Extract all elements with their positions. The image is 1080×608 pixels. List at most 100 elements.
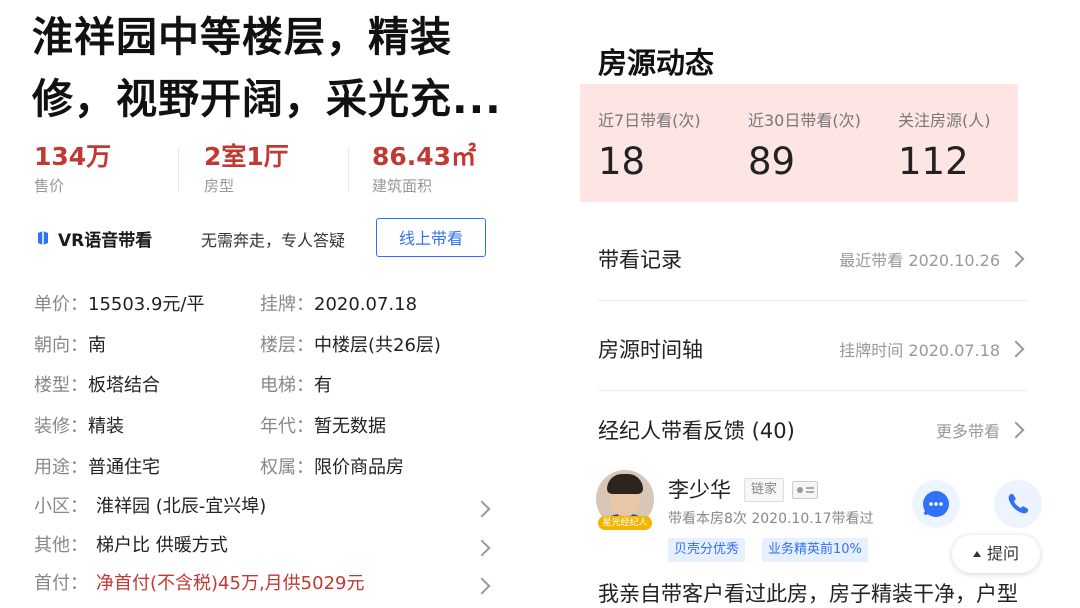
price-stat: 134万 售价	[34, 140, 111, 196]
down-payment-link[interactable]: 首付： 净首付(不含税)45万,月供5029元	[34, 571, 491, 597]
brand-tag: 链家	[744, 478, 785, 502]
detail-listed-date: 挂牌：2020.07.18	[260, 292, 417, 318]
detail-key: 装修：	[34, 416, 88, 437]
stat-divider	[348, 148, 349, 192]
detail-value: 普通住宅	[88, 457, 160, 478]
detail-value: 精装	[88, 416, 124, 437]
detail-value: 淮祥园 (北辰-宜兴埠)	[96, 496, 267, 517]
agent-meta: 带看本房8次 2020.10.17带看过	[668, 511, 874, 527]
listing-title: 淮祥园中等楼层，精装修，视野开阔，采光充...	[32, 13, 502, 123]
listing-timeline-row[interactable]: 房源时间轴 挂牌时间 2020.07.18	[598, 328, 1028, 368]
vr-subtitle: 无需奔走，专人答疑	[201, 231, 346, 250]
chevron-right-icon	[473, 500, 491, 518]
detail-value: 板塔结合	[88, 375, 160, 396]
detail-key: 朝向：	[34, 335, 88, 356]
detail-value: 梯户比 供暖方式	[96, 535, 228, 556]
stat-30day-views: 近30日带看(次) 89	[748, 110, 861, 184]
row-title: 房源时间轴	[598, 338, 703, 362]
row-title: 经纪人带看反馈 (40)	[598, 419, 795, 443]
detail-key: 挂牌：	[260, 294, 314, 315]
detail-value: 净首付(不含税)45万,月供5029元	[96, 573, 365, 594]
stat-7day-views: 近7日带看(次) 18	[598, 110, 701, 184]
chevron-right-icon	[473, 577, 491, 595]
detail-ownership: 权属：限价商品房	[260, 455, 404, 481]
detail-key: 楼层：	[260, 335, 314, 356]
area-value: 86.43㎡	[372, 142, 477, 171]
detail-key: 年代：	[260, 416, 314, 437]
price-label: 售价	[34, 177, 65, 195]
call-button[interactable]	[994, 480, 1042, 528]
detail-value: 15503.9元/平	[88, 294, 205, 315]
detail-decoration: 装修：精装	[34, 414, 124, 440]
price-value: 134万	[34, 142, 112, 171]
detail-unit-price: 单价：15503.9元/平	[34, 292, 205, 318]
ask-button[interactable]: 提问	[952, 535, 1040, 573]
row-meta: 挂牌时间 2020.07.18	[839, 341, 1000, 360]
detail-value: 中楼层(共26层)	[314, 335, 441, 356]
dynamics-panel: 房源动态 近7日带看(次) 18 近30日带看(次) 89 关注房源(人) 11…	[580, 0, 1080, 606]
viewing-records-row[interactable]: 带看记录 最近带看 2020.10.26	[598, 238, 1028, 278]
detail-value: 限价商品房	[314, 457, 404, 478]
row-meta: 最近带看 2020.10.26	[839, 251, 1000, 270]
phone-icon	[1008, 494, 1028, 514]
detail-key: 小区：	[34, 496, 88, 517]
divider	[598, 300, 1028, 301]
chat-button[interactable]	[912, 480, 960, 528]
listing-panel: 淮祥园中等楼层，精装修，视野开阔，采光充... 134万 售价 2室1厅 房型 …	[0, 0, 520, 597]
detail-key: 单价：	[34, 294, 88, 315]
detail-key: 其他：	[34, 535, 88, 556]
stat-value: 18	[598, 140, 646, 183]
agent-name: 李少华	[668, 478, 731, 502]
stat-label: 近7日带看(次)	[598, 111, 701, 130]
dynamics-heading: 房源动态	[598, 46, 715, 80]
detail-key: 用途：	[34, 457, 88, 478]
chevron-right-icon	[1007, 421, 1025, 439]
chevron-right-icon	[1007, 250, 1025, 268]
detail-building-type: 楼型：板塔结合	[34, 373, 160, 399]
more-viewings-link[interactable]: 更多带看	[936, 418, 1000, 442]
detail-value: 有	[314, 375, 332, 396]
stat-label: 近30日带看(次)	[748, 111, 861, 130]
online-tour-button[interactable]: 线上带看	[376, 218, 486, 257]
area-label: 建筑面积	[372, 177, 433, 195]
vr-title: VR语音带看	[58, 231, 153, 251]
dynamics-stats-box: 近7日带看(次) 18 近30日带看(次) 89 关注房源(人) 112	[580, 84, 1018, 202]
detail-value: 2020.07.18	[314, 294, 418, 315]
chevron-right-icon	[473, 539, 491, 557]
row-title: 带看记录	[598, 248, 682, 272]
detail-key: 首付：	[34, 573, 88, 594]
layout-value: 2室1厅	[204, 142, 289, 171]
star-agent-badge: 星光经纪人	[598, 516, 652, 530]
panel-gutter	[520, 0, 580, 597]
detail-floor: 楼层：中楼层(共26层)	[260, 333, 441, 359]
chat-icon	[923, 491, 949, 517]
ask-label: 提问	[986, 544, 1019, 563]
layout-stat: 2室1厅 房型	[204, 140, 289, 196]
other-info-link[interactable]: 其他： 梯户比 供暖方式	[34, 533, 491, 561]
vr-icon	[38, 231, 48, 245]
detail-year: 年代：暂无数据	[260, 414, 386, 440]
caret-up-icon	[972, 551, 981, 557]
chevron-right-icon	[1007, 340, 1025, 358]
stat-value: 89	[748, 140, 796, 183]
area-stat: 86.43㎡ 建筑面积	[372, 140, 476, 196]
detail-orientation: 朝向：南	[34, 333, 106, 359]
agent-chip: 贝壳分优秀	[668, 538, 746, 562]
stat-followers: 关注房源(人) 112	[898, 110, 991, 184]
detail-value: 南	[88, 335, 106, 356]
stat-label: 关注房源(人)	[898, 111, 991, 130]
agent-comment-preview: 我亲自带客户看过此房，房子精装干净，户型	[598, 582, 1018, 606]
detail-value: 暂无数据	[314, 416, 386, 437]
detail-key: 电梯：	[260, 375, 314, 396]
detail-usage: 用途：普通住宅	[34, 455, 160, 481]
layout-label: 房型	[204, 177, 235, 195]
community-link[interactable]: 小区： 淮祥园 (北辰-宜兴埠)	[34, 494, 491, 522]
agent-chip: 业务精英前10%	[762, 538, 868, 562]
stat-divider	[178, 148, 179, 192]
divider	[598, 390, 1028, 391]
vr-tour-row: VR语音带看 无需奔走，专人答疑 线上带看	[36, 218, 488, 260]
detail-key: 权属：	[260, 457, 314, 478]
detail-elevator: 电梯：有	[260, 373, 332, 399]
agent-feedback-row[interactable]: 经纪人带看反馈 (40) 更多带看	[598, 409, 1028, 449]
stat-value: 112	[898, 140, 969, 183]
